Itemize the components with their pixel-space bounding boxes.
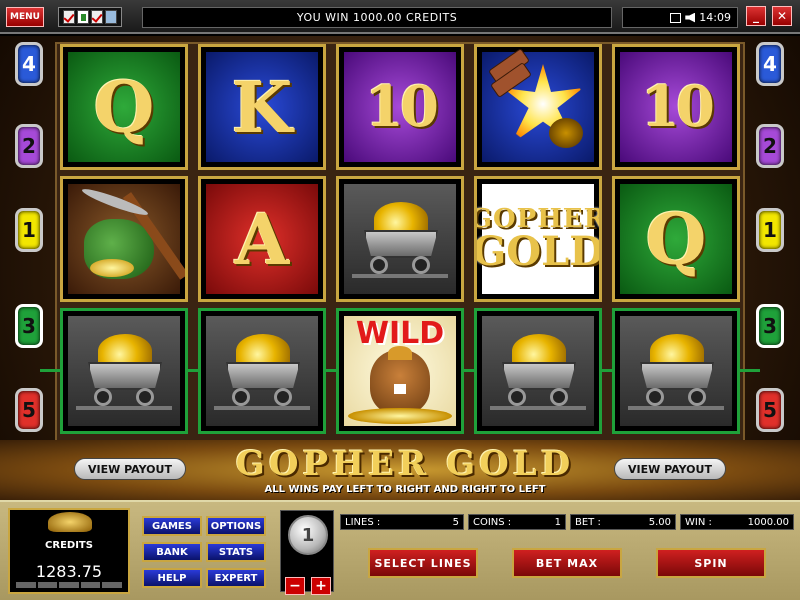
network-icon [670, 12, 682, 23]
title-strip: VIEW PAYOUT GOPHER GOLD ALL WINS PAY LEF… [0, 440, 800, 500]
menu-button[interactable]: MENU [6, 7, 44, 27]
close-button[interactable]: ✕ [772, 6, 792, 26]
game-area: Q K 10 10 A GOPHER GOLD Q WILD 4 2 1 3 5… [0, 36, 800, 500]
view-payout-button-right[interactable]: VIEW PAYOUT [614, 458, 726, 480]
select-lines-button[interactable]: SELECT LINES [368, 548, 478, 578]
spin-button[interactable]: SPIN [656, 548, 766, 578]
symbol-k: K [231, 65, 293, 149]
mine-cart-icon [76, 326, 172, 416]
system-tray: 14:09 [622, 7, 738, 28]
coin-plus-button[interactable]: + [311, 577, 331, 595]
checkmark-icon[interactable] [63, 10, 75, 24]
symbol-q: Q [645, 197, 707, 281]
game-subtitle: ALL WINS PAY LEFT TO RIGHT AND RIGHT TO … [264, 484, 546, 495]
line-indicator-1-left[interactable]: 1 [15, 208, 43, 252]
view-payout-button-left[interactable]: VIEW PAYOUT [74, 458, 186, 480]
coins-display: COINS :1 [468, 514, 566, 530]
reel-1-row-1: Q [60, 44, 188, 170]
crest-icon [48, 512, 92, 532]
wild-symbol: WILD [344, 316, 456, 426]
reel-4-row-2: GOPHER GOLD [474, 176, 602, 302]
mine-cart-icon [628, 326, 724, 416]
reel-3-row-3: WILD [336, 308, 464, 434]
gopher-icon [370, 346, 430, 414]
reel-3-row-2 [336, 176, 464, 302]
credits-label: CREDITS [45, 540, 93, 551]
line-indicator-1-right[interactable]: 1 [756, 208, 784, 252]
help-button[interactable]: HELP [142, 568, 202, 588]
expert-button[interactable]: EXPERT [206, 568, 266, 588]
line-indicator-2-right[interactable]: 2 [756, 124, 784, 168]
reel-2-row-2: A [198, 176, 326, 302]
document-icon[interactable] [105, 10, 117, 24]
coin-value: 1 [288, 515, 328, 555]
gopher-gold-logo-symbol: GOPHER GOLD [474, 204, 602, 275]
games-button[interactable]: GAMES [142, 516, 202, 536]
line-indicator-5-right[interactable]: 5 [756, 388, 784, 432]
reel-5-row-3 [612, 308, 740, 434]
balance-icon[interactable] [77, 10, 89, 24]
speaker-icon[interactable] [685, 12, 696, 23]
lines-display: LINES :5 [340, 514, 464, 530]
mine-cart-icon [214, 326, 310, 416]
symbol-q: Q [93, 65, 155, 149]
line-indicator-4-left[interactable]: 4 [15, 42, 43, 86]
minimize-button[interactable]: _ [746, 6, 766, 26]
credits-value: 1283.75 [35, 562, 103, 581]
mine-cart-icon [490, 326, 586, 416]
bet-max-button[interactable]: BET MAX [512, 548, 622, 578]
line-indicator-3-left[interactable]: 3 [15, 304, 43, 348]
line-indicator-3-right[interactable]: 3 [756, 304, 784, 348]
options-button[interactable]: OPTIONS [206, 516, 266, 536]
reel-2-row-3 [198, 308, 326, 434]
symbol-a: A [234, 197, 290, 281]
top-bar: MENU YOU WIN 1000.00 CREDITS 14:09 _ ✕ [0, 0, 800, 34]
reel-5-row-2: Q [612, 176, 740, 302]
reel-2-row-1: K [198, 44, 326, 170]
bank-button[interactable]: BANK [142, 542, 202, 562]
win-display: WIN :1000.00 [680, 514, 794, 530]
reel-1-row-3 [60, 308, 188, 434]
line-indicator-5-left[interactable]: 5 [15, 388, 43, 432]
pickaxe-icon [74, 185, 185, 289]
reel-5-row-1: 10 [612, 44, 740, 170]
reel-4-row-3 [474, 308, 602, 434]
sound-check-icon[interactable] [91, 10, 103, 24]
bet-display: BET :5.00 [570, 514, 676, 530]
symbol-10: 10 [641, 74, 715, 140]
dynamite-icon [483, 47, 593, 162]
line-indicator-4-right[interactable]: 4 [756, 42, 784, 86]
coin-minus-button[interactable]: − [285, 577, 305, 595]
line-indicator-2-left[interactable]: 2 [15, 124, 43, 168]
quick-icons [58, 7, 122, 27]
reel-3-row-1: 10 [336, 44, 464, 170]
control-panel: CREDITS 1283.75 GAMES OPTIONS BANK STATS… [0, 500, 800, 600]
mine-cart-icon [352, 194, 448, 284]
symbol-10: 10 [365, 74, 439, 140]
credit-display: CREDITS 1283.75 [8, 508, 130, 594]
message-bar: YOU WIN 1000.00 CREDITS [142, 7, 612, 28]
clock: 14:09 [699, 11, 731, 24]
reel-4-row-1 [474, 44, 602, 170]
coin-selector: 1 − + [280, 510, 334, 595]
game-title: GOPHER GOLD [235, 444, 575, 484]
reel-1-row-2 [60, 176, 188, 302]
stats-button[interactable]: STATS [206, 542, 266, 562]
